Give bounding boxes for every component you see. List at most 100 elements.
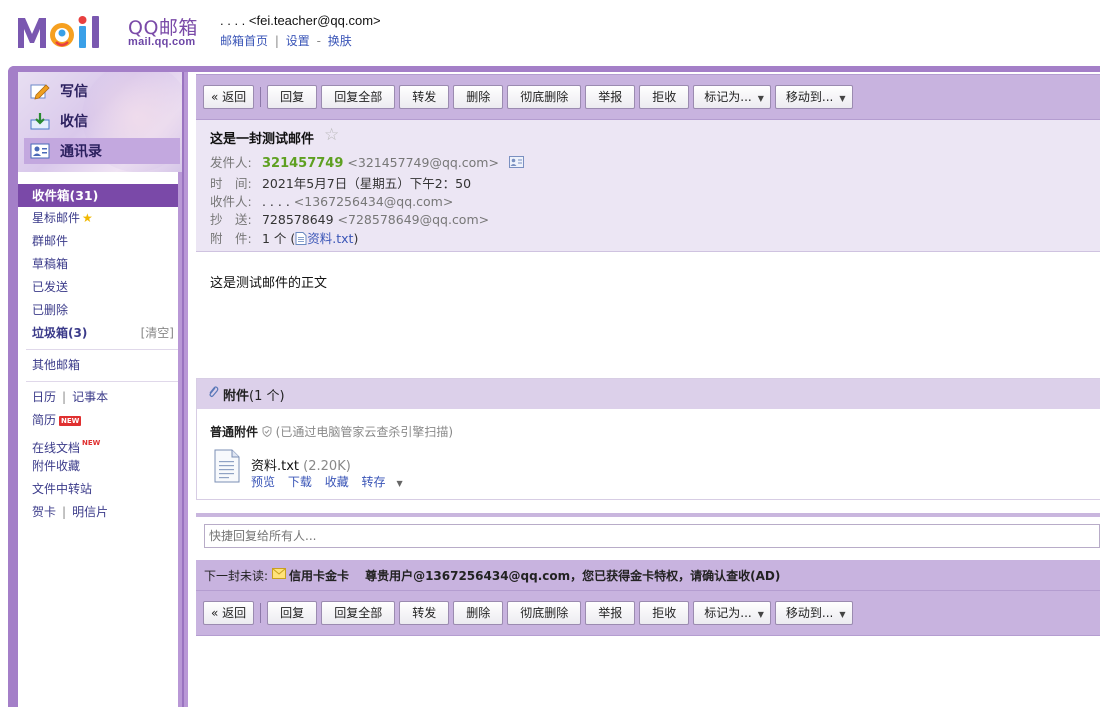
online-docs-link[interactable]: 在线文档 NEW <box>18 432 178 455</box>
pencil-icon <box>30 81 50 101</box>
reject-sender-button[interactable]: 拒收 <box>639 601 690 625</box>
qq-mail-logo[interactable]: QQ邮箱 mail.qq.com <box>16 12 206 52</box>
contacts-button[interactable]: 通讯录 <box>24 138 180 164</box>
attachment-count: 1 个 ( <box>261 231 296 246</box>
report-button[interactable]: 举报 <box>585 601 636 625</box>
star-mail-icon[interactable]: ☆ <box>324 125 339 145</box>
new-badge: NEW <box>59 416 82 426</box>
attachment-item: 资料.txt (2.20K) 预览 下载 收藏 转存 ▼ <box>213 449 613 489</box>
folder-list: 收件箱(31) 星标邮件 ★ 群邮件 草稿箱 已发送 已删除 垃圾箱(3) [清空… <box>18 176 178 524</box>
settings-link[interactable]: 设置 <box>286 34 310 48</box>
sender-label: 发件人: <box>210 155 252 170</box>
mail-body: 这是测试邮件的正文 <box>210 276 328 291</box>
postcard-link[interactable]: 明信片 <box>72 505 108 519</box>
reply-button[interactable]: 回复 <box>267 601 318 625</box>
report-button[interactable]: 举报 <box>585 85 636 109</box>
attachment-favorites-link[interactable]: 附件收藏 <box>18 455 178 478</box>
document-icon[interactable] <box>213 449 241 486</box>
next-unread-preview[interactable]: 尊贵用户@1367256434@qq.com，您已获得金卡特权，请确认查收(AD… <box>365 567 780 584</box>
recipient-address: <1367256434@qq.com> <box>293 194 454 209</box>
folder-starred-label: 星标邮件 <box>32 211 81 225</box>
next-unread-bar: 下一封未读: 信用卡金卡 尊贵用户@1367256434@qq.com，您已获得… <box>196 560 1100 590</box>
reply-all-button[interactable]: 回复全部 <box>321 85 396 109</box>
attachment-row: 附 件: 1 个 (资料.txt) <box>210 228 358 247</box>
folder-drafts[interactable]: 草稿箱 <box>18 253 178 276</box>
chevron-down-icon: ▼ <box>757 610 764 619</box>
star-icon: ★ <box>82 211 93 225</box>
folder-spam-label: 垃圾箱(3) <box>32 326 88 340</box>
next-unread-label: 下一封未读: <box>204 568 269 583</box>
greeting-card-link[interactable]: 贺卡 <box>32 505 56 519</box>
quick-reply-input[interactable] <box>204 524 1100 548</box>
attachments-title: 附件 <box>223 388 250 404</box>
user-account: . . . . <fei.teacher@qq.com> <box>220 13 381 28</box>
toolbar-divider <box>260 603 262 623</box>
link-separator: | <box>274 34 279 48</box>
preview-link[interactable]: 预览 <box>251 475 275 489</box>
contact-card-icon[interactable] <box>508 156 524 171</box>
download-link[interactable]: 下载 <box>288 475 312 489</box>
attachment-file-name: 资料.txt (2.20K) <box>251 455 351 474</box>
change-skin-link[interactable]: 换肤 <box>328 34 352 48</box>
time-label: 时 间: <box>210 176 252 191</box>
resume-label: 简历 <box>32 413 57 427</box>
folder-spam[interactable]: 垃圾箱(3) [清空] <box>18 322 178 345</box>
attachment-label: 附 件: <box>210 231 252 246</box>
folder-other-mailboxes[interactable]: 其他邮箱 <box>18 354 178 377</box>
address-book-icon <box>30 141 50 161</box>
forward-button[interactable]: 转发 <box>399 601 450 625</box>
nav-divider <box>26 381 178 382</box>
tools-row-calendar: 日历 | 记事本 <box>18 386 178 409</box>
reply-all-button[interactable]: 回复全部 <box>321 601 396 625</box>
mark-as-dropdown[interactable]: 标记为... ▼ <box>693 601 771 625</box>
receive-mail-button[interactable]: 收信 <box>24 108 180 134</box>
txt-file-icon <box>295 231 307 246</box>
mark-as-dropdown[interactable]: 标记为... ▼ <box>693 85 771 109</box>
reject-sender-button[interactable]: 拒收 <box>639 85 690 109</box>
move-to-dropdown[interactable]: 移动到... ▼ <box>774 85 853 109</box>
move-to-label: 移动到... <box>785 606 834 620</box>
mail-toolbar-bottom: « 返回 回复 回复全部 转发 删除 彻底删除 举报 拒收 标记为... ▼ 移动… <box>196 590 1100 636</box>
delete-button[interactable]: 删除 <box>453 85 504 109</box>
save-to-dropdown[interactable]: 转存 ▼ <box>362 475 412 489</box>
mail-header: 这是一封测试邮件 ☆ 发件人: 321457749 <321457749@qq.… <box>196 120 1100 252</box>
sender-address: <321457749@qq.com> <box>347 155 499 170</box>
divider-line <box>182 72 184 707</box>
file-name-text: 资料.txt <box>251 459 300 474</box>
next-unread-subject[interactable]: 信用卡金卡 <box>289 567 349 584</box>
delete-permanently-button[interactable]: 彻底删除 <box>507 601 582 625</box>
back-button[interactable]: « 返回 <box>203 601 255 625</box>
file-transfer-link[interactable]: 文件中转站 <box>18 478 178 501</box>
clear-spam-link[interactable]: [清空] <box>141 322 174 345</box>
cc-name[interactable]: 728578649 <box>262 212 334 227</box>
write-mail-button[interactable]: 写信 <box>24 78 180 104</box>
notes-link[interactable]: 记事本 <box>72 390 108 404</box>
section-divider <box>196 513 1100 517</box>
folder-inbox[interactable]: 收件箱(31) <box>18 184 178 207</box>
sender-name[interactable]: 321457749 <box>262 156 343 171</box>
folder-deleted[interactable]: 已删除 <box>18 299 178 322</box>
resume-link[interactable]: 简历 NEW <box>18 409 178 432</box>
time-row: 时 间: 2021年5月7日（星期五）下午2：50 <box>210 173 471 192</box>
folder-starred[interactable]: 星标邮件 ★ <box>18 207 178 230</box>
recipient-name[interactable]: . . . . <box>262 194 290 209</box>
paperclip-icon <box>207 385 219 403</box>
reply-button[interactable]: 回复 <box>267 85 318 109</box>
attachment-link[interactable]: 资料.txt <box>307 231 353 246</box>
virus-scan-note: (已通过电脑管家云查杀引擎扫描) <box>275 425 454 439</box>
recipient-row: 收件人: . . . . <1367256434@qq.com> <box>210 191 453 210</box>
mark-as-label: 标记为... <box>704 606 752 620</box>
sidebar-quick-actions: 写信 收信 通讯录 <box>18 72 182 172</box>
favorite-link[interactable]: 收藏 <box>325 475 349 489</box>
delete-permanently-button[interactable]: 彻底删除 <box>507 85 582 109</box>
move-to-dropdown[interactable]: 移动到... ▼ <box>774 601 853 625</box>
pipe-separator: | <box>62 390 67 404</box>
back-button[interactable]: « 返回 <box>203 85 255 109</box>
mailbox-home-link[interactable]: 邮箱首页 <box>220 34 268 48</box>
forward-button[interactable]: 转发 <box>399 85 450 109</box>
nav-divider <box>26 349 178 350</box>
folder-group[interactable]: 群邮件 <box>18 230 178 253</box>
folder-sent[interactable]: 已发送 <box>18 276 178 299</box>
delete-button[interactable]: 删除 <box>453 601 504 625</box>
calendar-link[interactable]: 日历 <box>32 390 56 404</box>
